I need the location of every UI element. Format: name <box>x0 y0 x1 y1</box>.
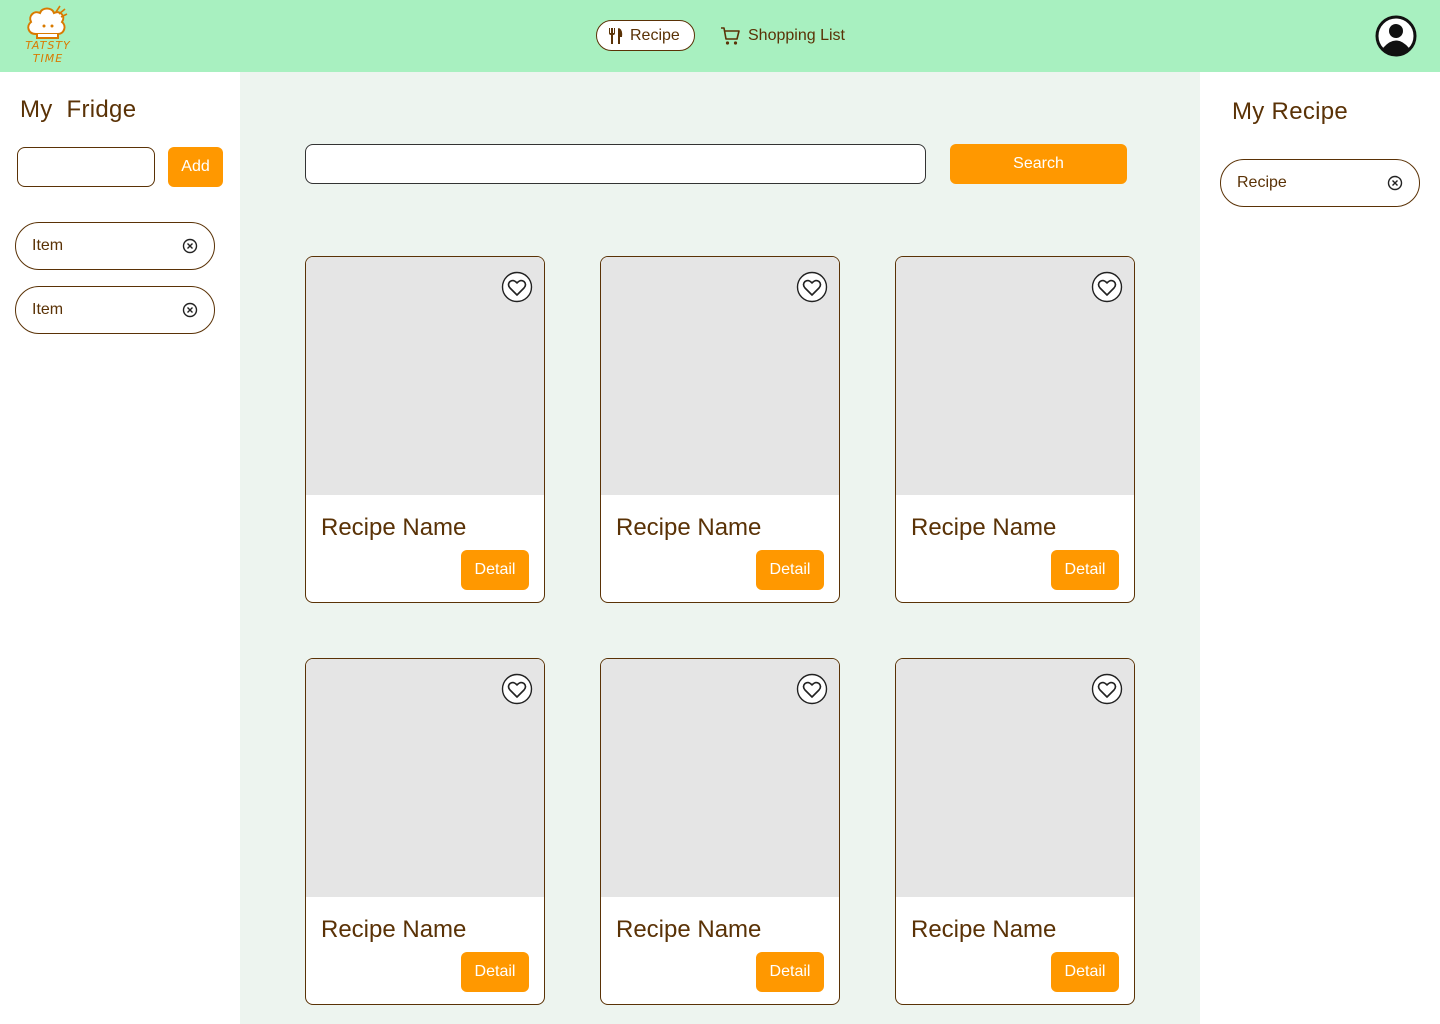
heart-icon[interactable] <box>501 673 533 705</box>
recipe-name: Recipe Name <box>321 514 467 541</box>
nav-recipe-button[interactable]: Recipe <box>596 20 695 51</box>
saved-recipe-label: Recipe <box>1237 174 1287 191</box>
recipe-card: Recipe Name Detail <box>305 658 545 1005</box>
search-input[interactable] <box>305 144 926 184</box>
add-button[interactable]: Add <box>168 147 223 187</box>
fridge-item-label: Item <box>32 301 64 318</box>
chef-hat-icon <box>27 5 68 39</box>
heart-icon[interactable] <box>1091 271 1123 303</box>
recipe-card: Recipe Name Detail <box>895 658 1135 1005</box>
fridge-item: Item <box>15 222 215 270</box>
recipe-name: Recipe Name <box>911 916 1057 943</box>
logo-text-line1: TATSTY <box>25 39 71 52</box>
recipe-name: Recipe Name <box>321 916 467 943</box>
detail-button[interactable]: Detail <box>756 952 824 992</box>
detail-button[interactable]: Detail <box>1051 952 1119 992</box>
recipe-name: Recipe Name <box>616 514 762 541</box>
my-recipe-title: My Recipe <box>1232 98 1349 125</box>
utensils-icon <box>609 27 623 44</box>
recipe-card: Recipe Name Detail <box>895 256 1135 603</box>
nav-shopping-list-link[interactable]: Shopping List <box>720 22 845 50</box>
logo-text-line2: TIME <box>32 52 64 65</box>
recipe-card: Recipe Name Detail <box>600 256 840 603</box>
detail-button[interactable]: Detail <box>461 952 529 992</box>
fridge-item-input[interactable] <box>17 147 155 187</box>
nav-shopping-list-label: Shopping List <box>748 27 845 44</box>
recipe-name: Recipe Name <box>911 514 1057 541</box>
heart-icon[interactable] <box>796 271 828 303</box>
main-content: Search Recipe Name Detail Recipe Name De… <box>240 72 1200 1024</box>
top-header: TATSTY TIME Recipe Shopping List <box>0 0 1440 72</box>
fridge-item: Item <box>15 286 215 334</box>
search-button[interactable]: Search <box>950 144 1127 184</box>
cart-icon <box>721 27 740 45</box>
logo[interactable]: TATSTY TIME <box>22 4 74 68</box>
detail-button[interactable]: Detail <box>756 550 824 590</box>
remove-circle-icon[interactable] <box>182 238 198 254</box>
saved-recipe-item: Recipe <box>1220 159 1420 207</box>
recipe-card: Recipe Name Detail <box>305 256 545 603</box>
nav-recipe-label: Recipe <box>630 26 680 44</box>
recipe-name: Recipe Name <box>616 916 762 943</box>
remove-circle-icon[interactable] <box>1387 175 1403 191</box>
user-circle-icon[interactable] <box>1375 15 1417 57</box>
detail-button[interactable]: Detail <box>461 550 529 590</box>
fridge-title: My Fridge <box>20 96 137 123</box>
fridge-item-label: Item <box>32 237 64 254</box>
recipe-card: Recipe Name Detail <box>600 658 840 1005</box>
heart-icon[interactable] <box>1091 673 1123 705</box>
detail-button[interactable]: Detail <box>1051 550 1119 590</box>
heart-icon[interactable] <box>796 673 828 705</box>
heart-icon[interactable] <box>501 271 533 303</box>
remove-circle-icon[interactable] <box>182 302 198 318</box>
